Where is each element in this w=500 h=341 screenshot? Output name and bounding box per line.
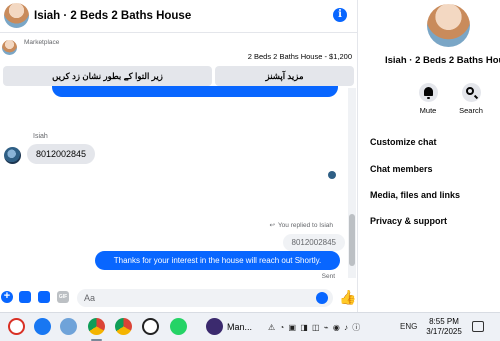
info-icon[interactable]: i <box>333 8 347 22</box>
replied-note: ↩ You replied to Isiah <box>269 221 333 229</box>
taskbar-app-icon[interactable] <box>8 318 25 335</box>
scrollbar-thumb[interactable] <box>349 214 355 266</box>
panel-title: Isiah · 2 Beds 2 Baths House <box>385 55 500 66</box>
conversation-title[interactable]: Isiah · 2 Beds 2 Baths House <box>34 10 191 22</box>
previous-outgoing-bubble <box>52 86 338 97</box>
chrome-icon[interactable] <box>115 318 132 335</box>
panel-avatar[interactable] <box>427 4 470 47</box>
taskbar-app-icon[interactable] <box>60 318 77 335</box>
search-button[interactable]: Search <box>451 83 491 115</box>
mute-label: Mute <box>419 106 437 115</box>
sticker-icon[interactable] <box>38 291 50 303</box>
conversation-info-panel: Isiah · 2 Beds 2 Baths House Mute Search… <box>359 0 500 312</box>
more-options-button[interactable]: مزید آپشنز <box>215 66 354 86</box>
system-tray-icons[interactable]: ⚠ ◔ ▣ ◨ ◫ ⌁ ◉ ♪ ⓘ <box>268 322 361 333</box>
emoji-icon[interactable] <box>316 292 328 304</box>
notification-icon[interactable] <box>472 321 484 332</box>
language-indicator[interactable]: ENG <box>400 322 417 331</box>
replied-note-text: You replied to Isiah <box>277 222 333 229</box>
chat-pane: Isiah · 2 Beds 2 Baths House i Marketpla… <box>0 0 358 312</box>
sender-name: Isiah <box>33 133 48 140</box>
bell-icon <box>418 83 438 102</box>
menu-media-files-links[interactable]: Media, files and links <box>370 190 460 200</box>
search-label: Search <box>459 106 483 115</box>
marketplace-listing[interactable]: Marketplace 2 Beds 2 Baths House - $1,20… <box>0 34 358 64</box>
facebook-icon[interactable] <box>34 318 51 335</box>
conversation-avatar[interactable] <box>4 3 29 28</box>
reply-icon: ↩ <box>269 222 275 229</box>
plus-icon[interactable]: + <box>1 291 13 303</box>
message-status: Sent <box>321 273 335 280</box>
taskbar-app-label[interactable]: Man... <box>227 322 252 332</box>
search-icon <box>461 83 481 102</box>
gif-icon[interactable]: GIF <box>57 291 69 303</box>
sender-avatar[interactable] <box>4 147 21 164</box>
composer: + GIF 👍 <box>0 286 358 310</box>
clock-time: 8:55 PM <box>429 317 459 326</box>
taskbar-app-icon[interactable] <box>206 318 223 335</box>
chrome-icon[interactable] <box>88 318 105 335</box>
incoming-message[interactable]: 8012002845 <box>27 144 96 164</box>
seen-indicator-avatar <box>328 171 336 179</box>
mute-button[interactable]: Mute <box>408 83 448 115</box>
whatsapp-icon[interactable] <box>170 318 187 335</box>
clock-date: 3/17/2025 <box>426 327 462 336</box>
listing-title: 2 Beds 2 Baths House - $1,200 <box>247 52 352 61</box>
listing-thumbnail <box>2 40 17 55</box>
menu-customize-chat[interactable]: Customize chat <box>370 137 437 147</box>
quoted-message[interactable]: 8012002845 <box>282 234 345 251</box>
menu-chat-members[interactable]: Chat members <box>370 164 433 174</box>
thumbs-up-icon[interactable]: 👍 <box>339 289 356 306</box>
image-icon[interactable] <box>19 291 31 303</box>
chat-header: Isiah · 2 Beds 2 Baths House i <box>0 0 358 33</box>
marketplace-label: Marketplace <box>24 39 60 46</box>
menu-privacy-support[interactable]: Privacy & support <box>370 216 447 226</box>
clock[interactable]: 8:55 PM 3/17/2025 <box>424 317 464 337</box>
outgoing-message[interactable]: Thanks for your interest in the house wi… <box>95 251 340 270</box>
mark-pending-button[interactable]: زیر التوا کے بطور نشان زد کریں <box>3 66 212 86</box>
message-input[interactable] <box>77 289 333 307</box>
taskbar: Man... ⚠ ◔ ▣ ◨ ◫ ⌁ ◉ ♪ ⓘ ENG 8:55 PM 3/1… <box>0 312 500 341</box>
chatgpt-icon[interactable] <box>142 318 159 335</box>
